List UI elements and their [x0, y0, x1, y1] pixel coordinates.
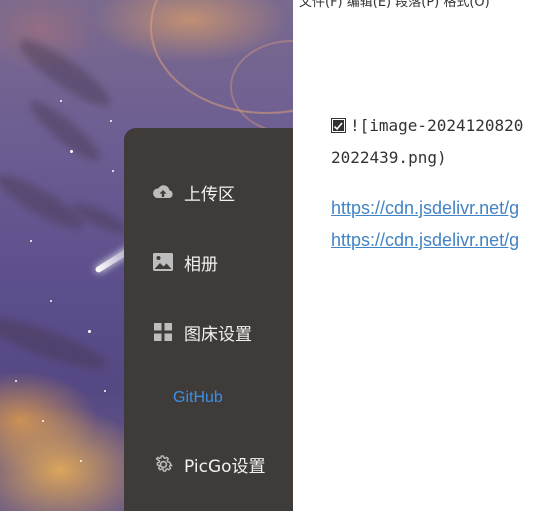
star-decoration — [15, 380, 17, 382]
sidebar-item-picbed-settings[interactable]: 图床设置 — [124, 310, 293, 354]
sidebar-menu: 上传区 相册 图床设置 GitHub PicGo设置 — [124, 128, 293, 511]
cdn-link[interactable]: https://cdn.jsdelivr.net/g — [331, 230, 519, 251]
markdown-editor[interactable]: 文件(F) 编辑(E) 段落(P) 格式(O) ![image-20241208… — [293, 0, 555, 511]
sidebar-item-label: PicGo设置 — [184, 456, 266, 477]
sidebar-item-label: 相册 — [184, 254, 218, 275]
sidebar-item-upload[interactable]: 上传区 — [124, 170, 293, 214]
cloud-upload-icon — [152, 181, 174, 203]
sidebar-item-label: 图床设置 — [184, 324, 252, 345]
star-decoration — [70, 150, 73, 153]
sidebar-subitem-github[interactable]: GitHub — [124, 376, 293, 420]
sidebar-item-label: GitHub — [173, 389, 223, 406]
image-markdown-line[interactable]: ![image-2024120820 — [331, 116, 523, 135]
broken-image-icon — [331, 118, 346, 133]
star-decoration — [104, 390, 106, 392]
image-markdown-line-continued[interactable]: 2022439.png) — [331, 148, 447, 167]
star-decoration — [30, 240, 32, 242]
wallpaper-cloud-streak — [0, 166, 90, 238]
wallpaper-cloud-streak — [0, 308, 111, 378]
sidebar-item-label: 上传区 — [184, 184, 235, 205]
image-icon — [152, 251, 174, 273]
sidebar-item-album[interactable]: 相册 — [124, 240, 293, 284]
star-decoration — [110, 120, 112, 122]
wallpaper-cloud-streak — [23, 93, 107, 169]
wallpaper-cloud-streak — [12, 30, 118, 116]
star-decoration — [60, 100, 62, 102]
gear-icon — [152, 453, 174, 475]
star-decoration — [88, 330, 91, 333]
image-markdown-text: ![image-2024120820 — [350, 116, 524, 135]
grid-icon — [152, 321, 174, 343]
star-decoration — [42, 420, 44, 422]
star-decoration — [50, 300, 52, 302]
menu-bar[interactable]: 文件(F) 编辑(E) 段落(P) 格式(O) — [299, 0, 490, 10]
cdn-link[interactable]: https://cdn.jsdelivr.net/g — [331, 198, 519, 219]
sidebar-item-picgo-settings[interactable]: PicGo设置 — [124, 442, 293, 486]
star-decoration — [112, 170, 114, 172]
star-decoration — [80, 460, 82, 462]
